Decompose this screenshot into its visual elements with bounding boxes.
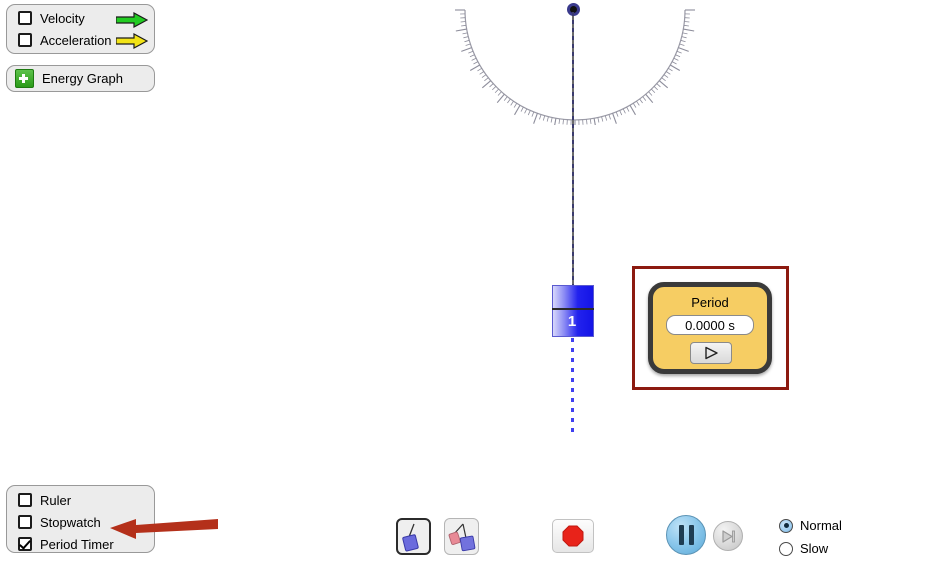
- pendulum-bob[interactable]: 1: [552, 285, 594, 337]
- stopwatch-checkbox[interactable]: [18, 515, 32, 529]
- bob-number-label: 1: [567, 313, 577, 330]
- protractor-arc: [455, 9, 695, 125]
- speed-option-normal[interactable]: Normal: [779, 518, 842, 533]
- pause-icon-bar-left: [678, 525, 684, 545]
- slow-radio[interactable]: [779, 541, 793, 556]
- stopwatch-label: Stopwatch: [40, 514, 101, 530]
- pause-button[interactable]: [666, 515, 706, 555]
- one-pendulum-button[interactable]: [396, 518, 431, 555]
- two-pendulums-icon: [448, 523, 475, 552]
- step-forward-icon: [722, 529, 735, 543]
- normal-label: Normal: [800, 518, 842, 533]
- period-timer-title: Period: [691, 295, 729, 310]
- reset-button[interactable]: [552, 519, 594, 553]
- red-pointer-arrow: [110, 519, 218, 539]
- play-triangle-icon: [705, 346, 718, 360]
- two-pendulums-button[interactable]: [444, 518, 479, 555]
- pendulum-scene: 1: [0, 0, 945, 505]
- period-timer-panel[interactable]: Period 0.0000 s: [648, 282, 772, 374]
- bob-center-line: [552, 308, 594, 310]
- pause-icon-bar-right: [688, 525, 694, 545]
- period-timer-checkbox[interactable]: [18, 537, 32, 551]
- ruler-label: Ruler: [40, 492, 72, 508]
- checkbox-row-ruler[interactable]: Ruler: [7, 489, 154, 511]
- ruler-checkbox[interactable]: [18, 493, 32, 507]
- red-octagon-stop-icon: [562, 525, 584, 547]
- pendulum-string[interactable]: [572, 12, 574, 286]
- slow-label: Slow: [800, 541, 829, 556]
- normal-radio[interactable]: [779, 518, 793, 533]
- pendulum-trail-line: [571, 338, 574, 438]
- one-pendulum-icon: [401, 523, 419, 552]
- period-timer-label: Period Timer: [40, 536, 114, 552]
- period-timer-play-button[interactable]: [690, 342, 732, 364]
- step-forward-button[interactable]: [713, 521, 743, 551]
- period-timer-readout: 0.0000 s: [666, 315, 754, 335]
- speed-option-slow[interactable]: Slow: [779, 541, 828, 556]
